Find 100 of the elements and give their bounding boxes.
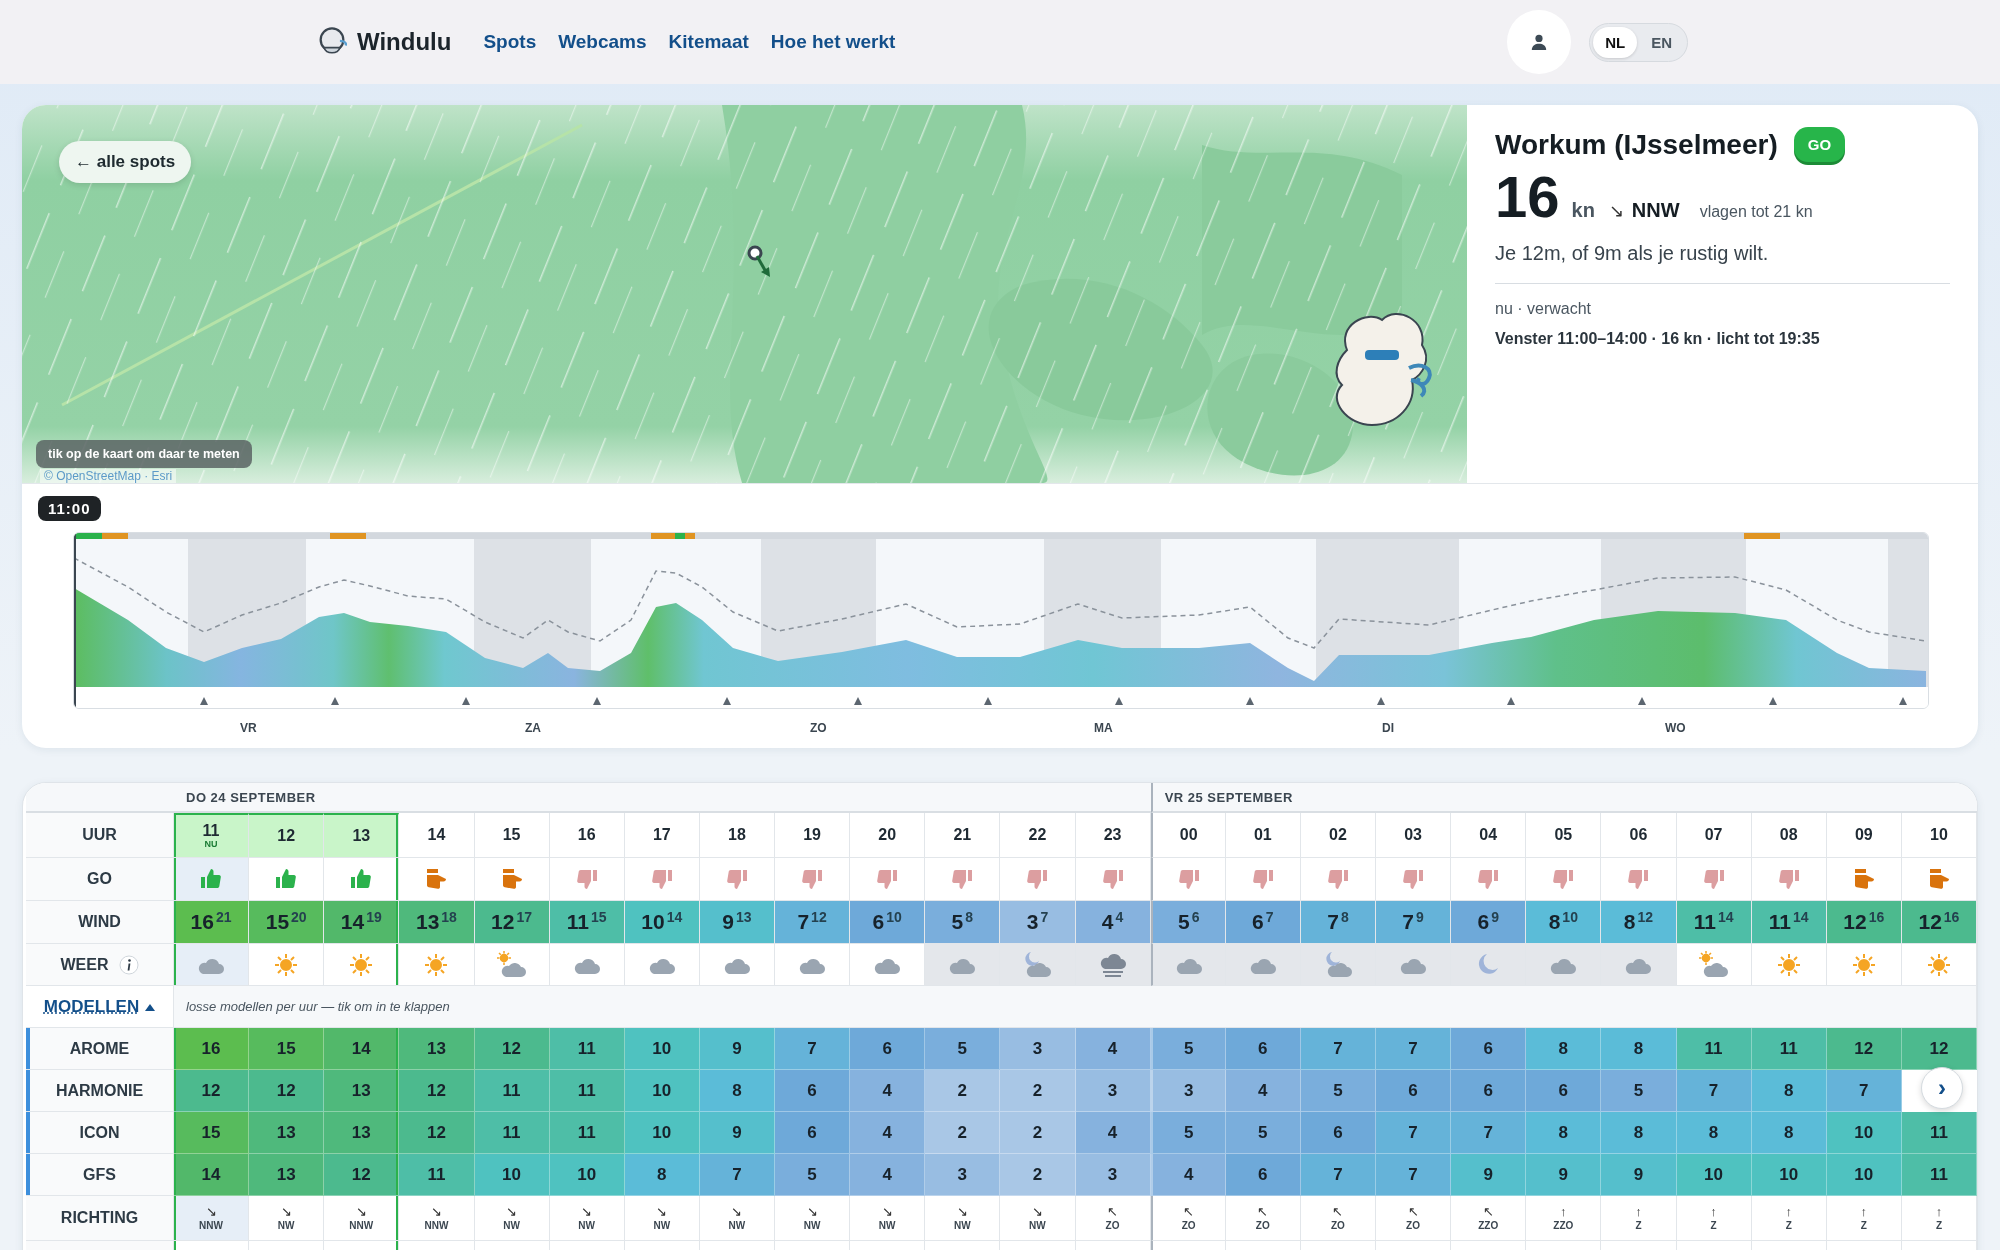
direction-label: NNW <box>349 1220 374 1231</box>
model-cell: 13 <box>324 1112 400 1154</box>
hour-cell[interactable]: 16 <box>549 813 625 858</box>
model-cell: 3 <box>1150 1070 1226 1112</box>
caret-up-icon[interactable] <box>145 1002 156 1011</box>
day-label: MA <box>1094 721 1113 735</box>
direction-arrow: ↘ <box>205 1205 217 1218</box>
model-cell: 8 <box>1526 1112 1602 1154</box>
hour-cell[interactable]: 17 <box>624 813 700 858</box>
model-label[interactable]: AROME <box>26 1028 174 1070</box>
model-label[interactable]: HARMONIE <box>26 1070 174 1112</box>
hour-cell[interactable]: 22 <box>1000 813 1076 858</box>
wind-cell: 11$^{14}$ <box>1751 901 1827 944</box>
model-cell: 7 <box>1826 1070 1902 1112</box>
model-cell: 9 <box>699 1028 775 1070</box>
map-hint: tik op de kaart om daar te meten <box>36 440 252 468</box>
direction-arrow: ↘ <box>956 1205 968 1218</box>
hour-cell[interactable]: 05 <box>1526 813 1602 858</box>
row-label: RICHTING <box>26 1196 174 1241</box>
model-cell: 15 <box>249 1028 325 1070</box>
direction-arrow: ↖ <box>1107 1205 1119 1218</box>
hour-cell[interactable]: 21 <box>925 813 1001 858</box>
brand-name[interactable]: Windulu <box>357 28 452 56</box>
hour-cell[interactable]: 09 <box>1826 813 1902 858</box>
direction-label: Z <box>1935 1220 1942 1231</box>
models-note: losse modellen per uur — tik om in te klappen <box>186 999 450 1014</box>
nav-link[interactable]: Hoe het werkt <box>770 31 896 53</box>
hour-cell[interactable]: 19 <box>775 813 851 858</box>
hour-cell[interactable]: 20 <box>850 813 926 858</box>
day-label: DI <box>1382 721 1394 735</box>
hour-cell[interactable]: 03 <box>1376 813 1452 858</box>
direction-label: ZO <box>1331 1220 1345 1231</box>
hour-cell[interactable]: 15 <box>474 813 550 858</box>
wind-cell: 14$^{19}$ <box>324 901 400 944</box>
hour-label: 00 <box>1179 826 1198 844</box>
hour-cell[interactable]: 07 <box>1676 813 1752 858</box>
wind-direction: NNW <box>1631 199 1680 222</box>
direction-label: NW <box>277 1220 295 1231</box>
hour-cell[interactable]: 11 NU <box>174 813 250 858</box>
model-cell: 11 <box>474 1112 550 1154</box>
model-cell: 2 <box>925 1070 1001 1112</box>
day-label: WO <box>1665 721 1686 735</box>
direction-label: NW <box>1029 1220 1046 1231</box>
model-cell: 4 <box>1225 1070 1301 1112</box>
wind-cell: 13$^{18}$ <box>399 901 475 944</box>
models-toggle[interactable]: MODELLEN <box>43 996 140 1017</box>
next-button[interactable]: › <box>1921 1067 1963 1109</box>
direction-arrow: ↘ <box>1031 1205 1043 1218</box>
wind-cell: 11$^{15}$ <box>549 901 625 944</box>
model-cell: 10 <box>549 1154 625 1196</box>
hour-cell[interactable]: 06 <box>1601 813 1677 858</box>
model-cell: 7 <box>1376 1154 1452 1196</box>
hour-cell[interactable]: 01 <box>1225 813 1301 858</box>
model-cell: 2 <box>925 1112 1001 1154</box>
hour-cell[interactable]: 23 <box>1075 813 1151 858</box>
hour-cell[interactable]: 14 <box>399 813 475 858</box>
hour-cell[interactable]: 13 <box>324 813 400 858</box>
model-label[interactable]: GFS <box>26 1154 174 1196</box>
model-cell: 14 <box>324 1028 400 1070</box>
direction-arrow: ↘ <box>581 1205 593 1218</box>
hour-cell[interactable]: 04 <box>1451 813 1527 858</box>
wind-cell: 8$^{10}$ <box>1526 901 1602 944</box>
nav-link[interactable]: Kitemaat <box>668 31 749 53</box>
nav-link[interactable]: Webcams <box>558 31 647 53</box>
hour-cell[interactable]: 10 <box>1901 813 1977 858</box>
direction-label: ZO <box>1255 1220 1270 1231</box>
hour-cell[interactable]: 00 <box>1150 813 1226 858</box>
wind-cell: 10$^{14}$ <box>624 901 700 944</box>
model-cell: 6 <box>1526 1070 1602 1112</box>
hour-cell[interactable]: 02 <box>1300 813 1376 858</box>
model-cell: 13 <box>324 1070 400 1112</box>
model-cell: 4 <box>850 1070 926 1112</box>
hour-cell[interactable]: 08 <box>1751 813 1827 858</box>
model-label[interactable]: ICON <box>26 1112 174 1154</box>
direction-label: NW <box>503 1220 520 1231</box>
model-cell: 10 <box>1751 1154 1827 1196</box>
hour-label: 01 <box>1253 826 1272 844</box>
hour-label: 18 <box>728 826 746 844</box>
language-option[interactable]: NL <box>1593 26 1638 58</box>
hour-cell[interactable]: 18 <box>699 813 775 858</box>
info-icon[interactable] <box>118 954 139 975</box>
model-cell: 4 <box>1075 1112 1151 1154</box>
back-button[interactable]: ← alle spots <box>59 141 192 183</box>
nav-link[interactable]: Spots <box>483 31 537 53</box>
hour-cell[interactable]: 12 <box>249 813 325 858</box>
model-cell: 11 <box>1676 1028 1752 1070</box>
language-option[interactable]: EN <box>1639 26 1684 58</box>
time-marker[interactable]: 11:00 <box>38 496 101 521</box>
window-summary: Venster 11:00–14:00 · 16 kn · licht tot 19:35 <box>1495 330 1821 348</box>
spot-title: Workum (IJsselmeer) <box>1495 128 1778 161</box>
model-cell: 5 <box>1601 1070 1677 1112</box>
hour-label: 10 <box>1930 826 1948 844</box>
hour-label: 15 <box>502 826 521 844</box>
hour-label: 23 <box>1103 826 1122 844</box>
model-cell: 4 <box>850 1154 926 1196</box>
wind-cell: 8$^{12}$ <box>1601 901 1677 944</box>
direction-arrow: ↖ <box>1482 1205 1494 1218</box>
model-cell: 12 <box>399 1112 475 1154</box>
model-cell: 6 <box>1451 1070 1527 1112</box>
model-cell: 12 <box>1901 1028 1977 1070</box>
